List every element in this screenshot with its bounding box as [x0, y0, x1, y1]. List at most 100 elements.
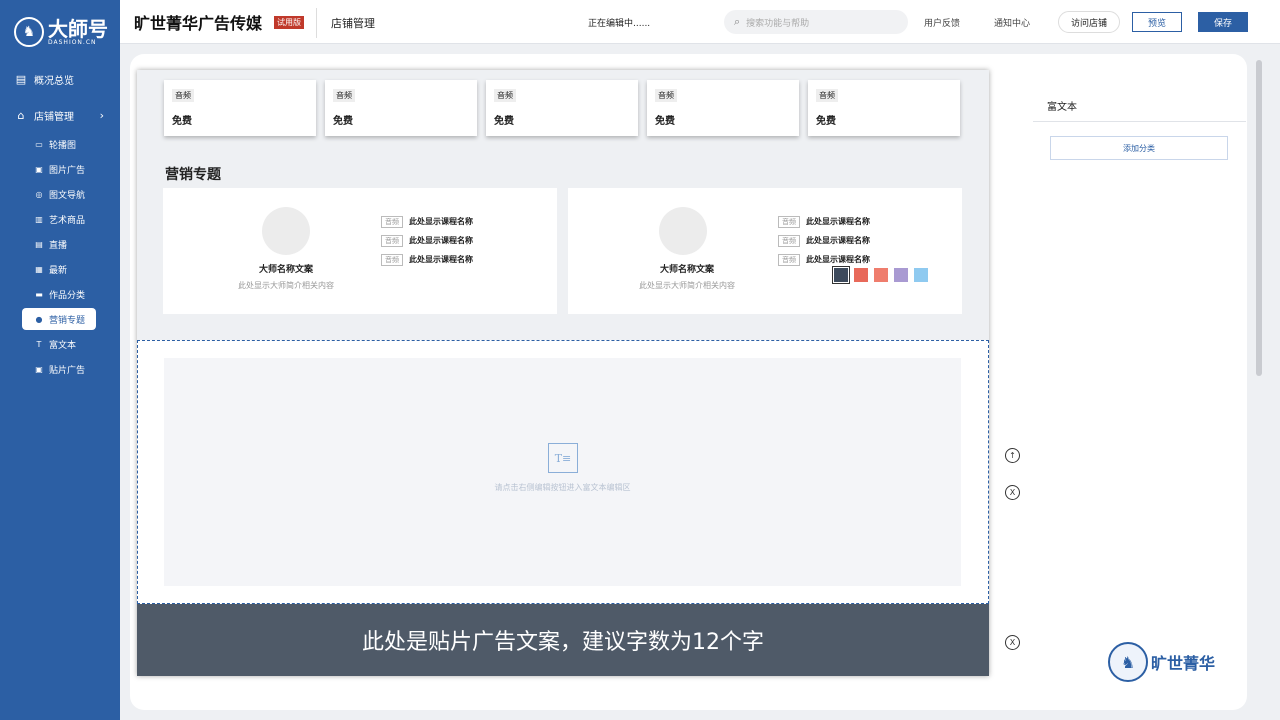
- move-up-icon[interactable]: ↑: [1005, 448, 1020, 463]
- close-icon[interactable]: X: [1005, 635, 1020, 650]
- topic-card[interactable]: 大师名称文案 此处显示大师简介相关内容 音频 此处显示课程名称 音频 此处显示课程名称…: [163, 188, 557, 314]
- course-name: 此处显示课程名称: [806, 236, 870, 245]
- media-type-tag: 音频: [655, 89, 677, 102]
- sidebar-item-label: 图片广告: [49, 165, 86, 176]
- save-button[interactable]: 保存: [1198, 12, 1248, 32]
- master-name: 大师名称文案: [659, 265, 714, 275]
- product-card[interactable]: 音频 免费: [486, 80, 638, 136]
- sidebar-item-label: 贴片广告: [49, 365, 86, 376]
- course-list: 音频 此处显示课程名称 音频 此处显示课程名称 音频 此处显示课程名称: [381, 212, 473, 269]
- notification-link[interactable]: 通知中心: [994, 16, 1030, 29]
- sidebar-item-label: 图文导航: [49, 190, 86, 201]
- price-label: 免费: [494, 116, 514, 127]
- brand-logo-icon: ♞: [1108, 642, 1148, 682]
- add-category-button[interactable]: 添加分类: [1050, 136, 1228, 160]
- course-item[interactable]: 音频 此处显示课程名称: [778, 231, 870, 250]
- topic-title: 营销专题: [165, 167, 221, 183]
- sidebar-item-label: 直播: [49, 240, 68, 251]
- richtext-placeholder: T≡ 请点击右侧编辑按钮进入富文本编辑区: [164, 358, 961, 586]
- course-item[interactable]: 音频 此处显示课程名称: [381, 212, 473, 231]
- sidebar: ♞ 大師号 DASHION.CN ▤ 概况总览 ⌂ 店铺管理 › ▭ 轮播图 ▣ 图片…: [0, 0, 120, 720]
- media-type-tag: 音频: [333, 89, 355, 102]
- divider: [316, 8, 317, 38]
- sidebar-item-label: 轮播图: [49, 140, 77, 151]
- brand-title: 旷世菁华广告传媒: [134, 14, 263, 33]
- close-icon[interactable]: X: [1005, 485, 1020, 500]
- course-tag: 音频: [381, 215, 403, 228]
- app-logo[interactable]: ♞ 大師号 DASHION.CN: [0, 0, 120, 64]
- course-tag: 音频: [381, 253, 403, 266]
- course-tag: 音频: [778, 253, 800, 266]
- color-swatch[interactable]: [874, 268, 888, 282]
- master-intro: 此处显示大师简介相关内容: [238, 281, 334, 290]
- price-label: 免费: [816, 116, 836, 127]
- course-item[interactable]: 音频 此处显示课程名称: [778, 212, 870, 231]
- color-swatch[interactable]: [894, 268, 908, 282]
- product-card[interactable]: 音频 免费: [325, 80, 477, 136]
- patch-ad-banner[interactable]: 此处是贴片广告文案，建议字数为12个字: [137, 604, 989, 676]
- richtext-icon: T: [36, 339, 42, 349]
- media-type-tag: 音频: [172, 89, 194, 102]
- sidebar-item-live[interactable]: ▤ 直播: [0, 233, 120, 255]
- logo-subtext: DASHION.CN: [48, 38, 97, 46]
- sidebar-item-carousel[interactable]: ▭ 轮播图: [0, 133, 120, 155]
- feedback-link[interactable]: 用户反馈: [924, 16, 960, 29]
- color-swatch[interactable]: [854, 268, 868, 282]
- preview-button[interactable]: 预览: [1132, 12, 1182, 32]
- sidebar-item-overview[interactable]: ▤ 概况总览: [0, 64, 120, 94]
- sidebar-item-nav[interactable]: ◎ 图文导航: [0, 183, 120, 205]
- sidebar-item-label: 作品分类: [49, 290, 86, 301]
- product-card[interactable]: 音频 免费: [647, 80, 799, 136]
- sidebar-item-goods[interactable]: ▥ 艺术商品: [0, 208, 120, 230]
- new-icon: ▦: [35, 264, 43, 274]
- master-name: 大师名称文案: [258, 265, 313, 275]
- sidebar-item-store[interactable]: ⌂ 店铺管理 ›: [0, 100, 120, 130]
- product-card[interactable]: 音频 免费: [164, 80, 316, 136]
- sidebar-item-image[interactable]: ▣ 图片广告: [0, 158, 120, 180]
- course-name: 此处显示课程名称: [409, 236, 473, 245]
- goods-icon: ▥: [35, 214, 43, 224]
- color-swatch[interactable]: [914, 268, 928, 282]
- course-item[interactable]: 音频 此处显示课程名称: [778, 250, 870, 269]
- price-label: 免费: [333, 116, 353, 127]
- topbar: 旷世菁华广告传媒 试用版 店铺管理 正在编辑中...... ⌕ 搜索功能与帮助 …: [120, 0, 1280, 44]
- sidebar-item-richtext[interactable]: T 富文本: [0, 333, 120, 355]
- logo-text: 大師号: [48, 16, 108, 41]
- course-item[interactable]: 音频 此处显示课程名称: [381, 231, 473, 250]
- course-name: 此处显示课程名称: [806, 217, 870, 226]
- search-input[interactable]: ⌕ 搜索功能与帮助: [724, 10, 908, 34]
- logo-text-group: 大師号 DASHION.CN: [48, 19, 108, 46]
- media-type-tag: 音频: [816, 89, 838, 102]
- sidebar-subnav: ▭ 轮播图 ▣ 图片广告 ◎ 图文导航 ▥ 艺术商品 ▤ 直播 ▦ 最新 ▬ 作品分类 ● 营销专题 T 富文本 ▣…: [0, 133, 120, 380]
- product-card[interactable]: 音频 免费: [808, 80, 960, 136]
- patch-ad-icon: ▣: [35, 364, 43, 374]
- sidebar-item-new[interactable]: ▦ 最新: [0, 258, 120, 280]
- course-tag: 音频: [778, 215, 800, 228]
- user-icon: ●: [35, 314, 43, 324]
- dashboard-icon: ▤: [15, 72, 27, 86]
- page-canvas: 音频 免费 音频 免费 音频 免费 音频 免费 音频 免费 营销专题 大师名称文案 此处显示大师简…: [137, 70, 989, 676]
- sidebar-item-label: 营销专题: [49, 315, 86, 326]
- brand-logo: ♞ 旷世菁华: [1108, 642, 1215, 682]
- price-label: 免费: [172, 116, 192, 127]
- color-swatch[interactable]: [832, 266, 850, 284]
- topic-card[interactable]: 大师名称文案 此处显示大师简介相关内容 音频 此处显示课程名称 音频 此处显示课程名称…: [568, 188, 962, 314]
- course-item[interactable]: 音频 此处显示课程名称: [381, 250, 473, 269]
- search-icon: ⌕: [734, 15, 741, 28]
- sidebar-item-label: 概况总览: [34, 75, 74, 87]
- carousel-icon: ▭: [35, 139, 43, 149]
- richtext-icon: T≡: [548, 443, 578, 473]
- divider: [1033, 121, 1246, 122]
- sidebar-item-user[interactable]: ● 营销专题: [22, 308, 96, 330]
- avatar: [659, 207, 707, 255]
- media-type-tag: 音频: [494, 89, 516, 102]
- richtext-block[interactable]: T≡ 请点击右侧编辑按钮进入富文本编辑区: [137, 340, 989, 604]
- course-name: 此处显示课程名称: [806, 255, 870, 264]
- color-swatches: [832, 266, 934, 284]
- logo-icon: ♞: [14, 17, 44, 47]
- visit-store-button[interactable]: 访问店铺: [1058, 11, 1120, 33]
- chevron-right-icon: ›: [99, 108, 104, 122]
- sidebar-item-patch-ad[interactable]: ▣ 贴片广告: [0, 358, 120, 380]
- sidebar-item-category[interactable]: ▬ 作品分类: [0, 283, 120, 305]
- scrollbar[interactable]: [1256, 60, 1262, 376]
